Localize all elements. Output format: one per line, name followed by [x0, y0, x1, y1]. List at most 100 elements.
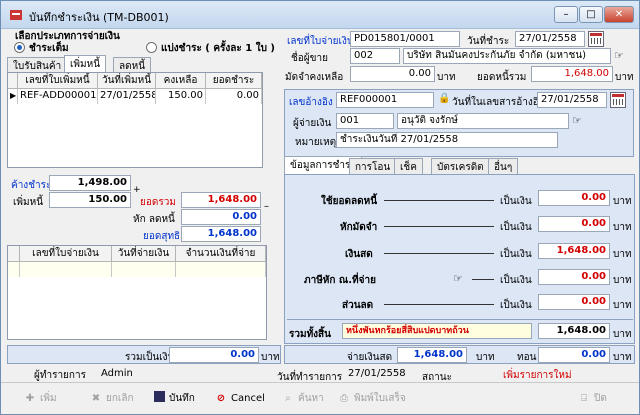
table-cell[interactable]: 27/01/2558	[98, 89, 156, 104]
cash-field[interactable]: 1,648.00	[538, 243, 610, 259]
payment-row-label: เงินสด	[345, 249, 373, 260]
deposit-field: 0.00	[350, 66, 435, 82]
vendor-code-field[interactable]: 002	[350, 48, 400, 64]
exit-button[interactable]: ⍈ ปิด	[577, 389, 607, 409]
cash-paid-label: จ่ายเงินสด	[347, 352, 393, 363]
table-row[interactable]	[8, 262, 20, 277]
grid-header[interactable]: เลขที่ใบจ่ายเงิน	[20, 246, 112, 262]
app-icon	[10, 10, 22, 20]
undo-button[interactable]: ✖ ยกเลิก	[89, 389, 134, 409]
cancel-icon: ⊘	[216, 393, 226, 404]
calendar-icon[interactable]	[588, 31, 604, 47]
grid-header[interactable]: เลขที่ใบเพิ่มหนี้	[18, 73, 98, 89]
reduce-debt-label: หัก ลดหนี้	[133, 214, 175, 225]
pay-date-field[interactable]: 27/01/2558	[515, 31, 585, 47]
installment-radio[interactable]	[146, 42, 157, 53]
payer-code-field[interactable]: 001	[336, 113, 394, 129]
discount-field[interactable]: 0.00	[538, 294, 610, 310]
tab-reduce-debt[interactable]: ลดหนี้	[113, 57, 152, 73]
printer-icon: ⎙	[340, 393, 348, 404]
grand-total-label: รวมทั้งสิ้น	[289, 329, 331, 340]
window-title: บันทึกชำระเงิน (TM-DB001)	[29, 11, 169, 24]
grand-total-value: 1,648.00	[538, 323, 610, 339]
divider-line	[287, 319, 633, 320]
payment-row-label: ภาษีหัก ณ.ที่จ่าย	[304, 275, 376, 286]
outstanding-label: ค้างชำระ	[11, 180, 52, 191]
print-button-label: พิมพ์ใบเสร็จ	[354, 393, 406, 404]
print-button[interactable]: ⎙ พิมพ์ใบเสร็จ	[337, 389, 406, 409]
door-icon: ⍈	[581, 393, 587, 404]
reduce-debt-use-field[interactable]: 0.00	[538, 190, 610, 206]
tab-other[interactable]: อื่นๆ	[488, 158, 519, 174]
exit-button-label: ปิด	[594, 393, 607, 404]
binoculars-icon: ⌕	[285, 393, 291, 404]
row-pointer-icon: ▶	[8, 89, 18, 104]
cancel-button-label: Cancel	[231, 393, 265, 404]
payment-row-label: หักมัดจำ	[340, 222, 378, 233]
payment-row-unit: บาท	[613, 275, 632, 286]
tab-cheque[interactable]: เช็ค	[394, 158, 423, 174]
deposit-label: มัดจำคงเหลือ	[285, 72, 344, 83]
payment-row-unit-label: เป็นเงิน	[500, 275, 532, 286]
grand-total-unit: บาท	[613, 329, 632, 340]
table-cell[interactable]	[176, 262, 266, 277]
search-button-label: ค้นหา	[298, 393, 324, 404]
total-debt-unit: บาท	[615, 72, 634, 83]
payment-row-label: ส่วนลด	[342, 300, 374, 311]
deposit-deduct-field[interactable]: 0.00	[538, 216, 610, 232]
grid-header[interactable]: ยอดชำระ	[206, 73, 262, 89]
table-cell[interactable]: 150.00	[156, 89, 206, 104]
lookup-hand-icon[interactable]: ☞	[614, 49, 630, 63]
add-debt-grid[interactable]: เลขที่ใบเพิ่มหนี้ วันที่เพิ่มหนี้ คงเหลื…	[7, 72, 263, 168]
title-bar: บันทึกชำระเงิน (TM-DB001) – □ ✕	[1, 1, 639, 29]
grid-header[interactable]: วันที่เพิ่มหนี้	[98, 73, 156, 89]
cash-paid-unit: บาท	[476, 352, 495, 363]
table-cell[interactable]: 0.00	[206, 89, 262, 104]
grid-header[interactable]: วันที่จ่ายเงิน	[112, 246, 176, 262]
payer-label: ผู้จ่ายเงิน	[293, 118, 332, 129]
table-cell[interactable]	[20, 262, 112, 277]
change-unit: บาท	[613, 352, 632, 363]
undo-button-label: ยกเลิก	[106, 393, 134, 404]
payment-row-unit-label: เป็นเงิน	[500, 222, 532, 233]
vendor-label: ชื่อผู้ขาย	[291, 53, 328, 64]
payer-name-field: อนุวัติ จงรักษ์	[397, 113, 569, 129]
table-cell[interactable]	[112, 262, 176, 277]
ref-date-label: วันที่ในเลขสารอ้างอิง	[452, 97, 544, 108]
payment-row-unit-label: เป็นเงิน	[500, 300, 532, 311]
note-field[interactable]: ชำระเงินวันที่ 27/01/2558	[336, 132, 558, 148]
tab-transfer[interactable]: การโอน	[349, 158, 397, 174]
add-button[interactable]: ✚ เพิ่ม	[23, 389, 57, 409]
ref-no-field[interactable]: REF000001	[336, 92, 434, 108]
app-window: บันทึกชำระเงิน (TM-DB001) – □ ✕ เลือกประ…	[0, 0, 640, 415]
withholding-tax-field[interactable]: 0.00	[538, 269, 610, 285]
tab-receipt[interactable]: ใบรับสินค้า	[7, 57, 68, 73]
payer-lookup-icon[interactable]: ☞	[572, 114, 588, 128]
search-button[interactable]: ⌕ ค้นหา	[281, 389, 324, 409]
save-button[interactable]: บันทึก	[154, 389, 195, 409]
full-payment-radio[interactable]	[14, 42, 25, 53]
tab-add-debt[interactable]: เพิ่มหนี้	[64, 55, 107, 73]
grid-header[interactable]: จำนวนเงินที่จ่าย	[176, 246, 266, 262]
payment-row-unit: บาท	[613, 196, 632, 207]
maximize-button[interactable]: □	[579, 6, 603, 23]
tab-credit-card[interactable]: บัตรเครดิต	[431, 158, 490, 174]
grid-header[interactable]: คงเหลือ	[156, 73, 206, 89]
user-label: ผู้ทำรายการ	[34, 370, 86, 381]
grand-total-text: หนึ่งพันหกร้อยสี่สิบแปดบาทถ้วน	[342, 323, 532, 339]
reduce-debt-value: 0.00	[181, 209, 261, 225]
tax-lookup-icon[interactable]: ☞	[453, 272, 469, 286]
ref-date-field[interactable]: 27/01/2558	[537, 92, 607, 108]
close-button[interactable]: ✕	[604, 6, 634, 23]
minus-sign: –	[264, 201, 269, 212]
payment-row-unit: บาท	[613, 249, 632, 260]
doc-no-field[interactable]: PD015801/0001	[350, 31, 460, 47]
divider-line	[472, 279, 494, 280]
payment-history-grid[interactable]: เลขที่ใบจ่ายเงิน วันที่จ่ายเงิน จำนวนเงิ…	[7, 245, 267, 340]
minimize-button[interactable]: –	[554, 6, 578, 23]
cancel-button[interactable]: ⊘ Cancel	[214, 389, 265, 409]
divider-line	[384, 253, 494, 254]
add-button-label: เพิ่ม	[40, 393, 57, 404]
table-cell[interactable]: REF-ADD00001	[18, 89, 98, 104]
ref-calendar-icon[interactable]	[610, 92, 626, 108]
